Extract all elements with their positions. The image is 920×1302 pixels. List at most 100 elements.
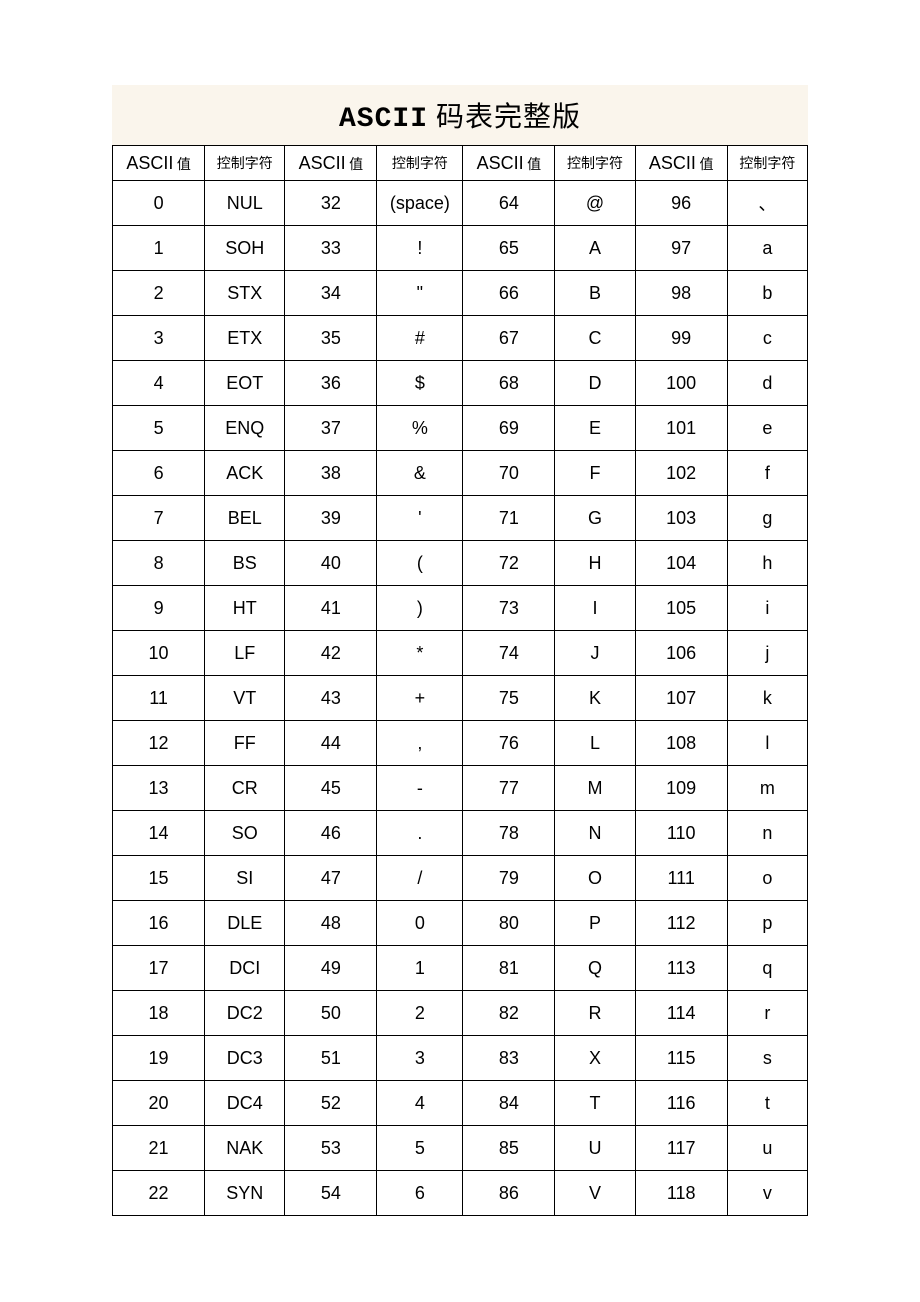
table-cell: ETX (205, 316, 285, 361)
table-cell: 8 (113, 541, 205, 586)
table-cell: 、 (727, 181, 807, 226)
table-cell: STX (205, 271, 285, 316)
table-cell: K (555, 676, 635, 721)
header-ascii-value-3: ASCII 值 (463, 146, 555, 181)
table-cell: 67 (463, 316, 555, 361)
table-cell: 53 (285, 1126, 377, 1171)
table-cell: 18 (113, 991, 205, 1036)
table-row: 20DC452484T116t (113, 1081, 808, 1126)
table-cell: 112 (635, 901, 727, 946)
table-cell: 72 (463, 541, 555, 586)
table-cell: 76 (463, 721, 555, 766)
table-cell: I (555, 586, 635, 631)
table-cell: 101 (635, 406, 727, 451)
table-cell: V (555, 1171, 635, 1216)
table-cell: b (727, 271, 807, 316)
table-cell: s (727, 1036, 807, 1081)
table-cell: % (377, 406, 463, 451)
table-cell: 98 (635, 271, 727, 316)
table-cell: , (377, 721, 463, 766)
table-cell: 20 (113, 1081, 205, 1126)
table-row: 10LF42*74J106j (113, 631, 808, 676)
table-cell: c (727, 316, 807, 361)
table-cell: E (555, 406, 635, 451)
table-row: 2STX34"66B98b (113, 271, 808, 316)
table-cell: 105 (635, 586, 727, 631)
table-cell: r (727, 991, 807, 1036)
table-cell: 100 (635, 361, 727, 406)
table-cell: 2 (377, 991, 463, 1036)
table-cell: 3 (377, 1036, 463, 1081)
table-cell: i (727, 586, 807, 631)
table-cell: n (727, 811, 807, 856)
table-cell: 37 (285, 406, 377, 451)
table-cell: 6 (113, 451, 205, 496)
table-cell: g (727, 496, 807, 541)
table-cell: . (377, 811, 463, 856)
table-cell: 69 (463, 406, 555, 451)
table-row: 9HT41)73I105i (113, 586, 808, 631)
table-cell: 108 (635, 721, 727, 766)
table-cell: 107 (635, 676, 727, 721)
header-ctrl-char-4: 控制字符 (727, 146, 807, 181)
table-body: 0NUL32(space)64@96、1SOH33!65A97a2STX34"6… (113, 181, 808, 1216)
table-cell: 10 (113, 631, 205, 676)
table-cell: 41 (285, 586, 377, 631)
table-cell: 99 (635, 316, 727, 361)
table-cell: SI (205, 856, 285, 901)
table-row: 21NAK53585U117u (113, 1126, 808, 1171)
table-row: 4EOT36$68D100d (113, 361, 808, 406)
table-cell: p (727, 901, 807, 946)
table-cell: P (555, 901, 635, 946)
table-cell: 32 (285, 181, 377, 226)
table-row: 17DCI49181Q113q (113, 946, 808, 991)
table-cell: 64 (463, 181, 555, 226)
table-cell: X (555, 1036, 635, 1081)
table-cell: 34 (285, 271, 377, 316)
table-cell: 111 (635, 856, 727, 901)
table-cell: ) (377, 586, 463, 631)
table-cell: 5 (377, 1126, 463, 1171)
table-cell: O (555, 856, 635, 901)
table-cell: 71 (463, 496, 555, 541)
table-cell: u (727, 1126, 807, 1171)
table-cell: $ (377, 361, 463, 406)
page-title: ASCII 码表完整版 (112, 85, 808, 145)
table-row: 7BEL39'71G103g (113, 496, 808, 541)
table-cell: Q (555, 946, 635, 991)
table-cell: 3 (113, 316, 205, 361)
table-cell: k (727, 676, 807, 721)
table-row: 13CR45-77M109m (113, 766, 808, 811)
table-cell: ACK (205, 451, 285, 496)
table-cell: DLE (205, 901, 285, 946)
table-header-row: ASCII 值 控制字符 ASCII 值 控制字符 ASCII 值 控制字符 A… (113, 146, 808, 181)
table-cell: 116 (635, 1081, 727, 1126)
table-cell: N (555, 811, 635, 856)
table-cell: d (727, 361, 807, 406)
title-cn: 码表完整版 (428, 102, 581, 133)
table-cell: / (377, 856, 463, 901)
table-cell: 6 (377, 1171, 463, 1216)
table-cell: 65 (463, 226, 555, 271)
table-cell: 82 (463, 991, 555, 1036)
table-cell: 74 (463, 631, 555, 676)
table-row: 15SI47/79O111o (113, 856, 808, 901)
table-cell: f (727, 451, 807, 496)
table-cell: J (555, 631, 635, 676)
table-row: 1SOH33!65A97a (113, 226, 808, 271)
table-cell: LF (205, 631, 285, 676)
table-cell: 15 (113, 856, 205, 901)
table-cell: 80 (463, 901, 555, 946)
header-ctrl-char-2: 控制字符 (377, 146, 463, 181)
table-row: 3ETX35#67C99c (113, 316, 808, 361)
table-cell: 51 (285, 1036, 377, 1081)
table-cell: 66 (463, 271, 555, 316)
table-cell: 54 (285, 1171, 377, 1216)
table-cell: 43 (285, 676, 377, 721)
table-row: 8BS40(72H104h (113, 541, 808, 586)
table-cell: 86 (463, 1171, 555, 1216)
table-cell: 4 (113, 361, 205, 406)
header-ctrl-char-3: 控制字符 (555, 146, 635, 181)
table-cell: 78 (463, 811, 555, 856)
table-cell: DC3 (205, 1036, 285, 1081)
